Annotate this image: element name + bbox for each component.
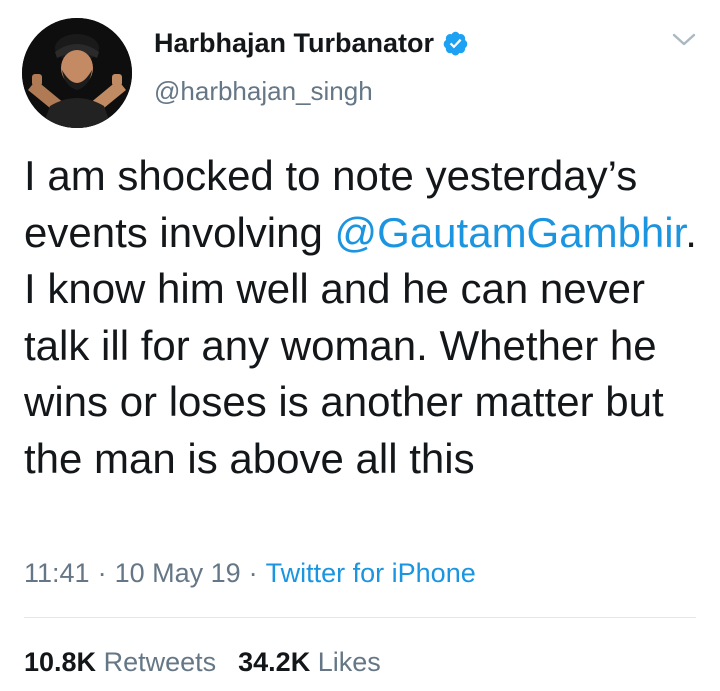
tweet-time[interactable]: 11:41 bbox=[24, 558, 90, 588]
display-name[interactable]: Harbhajan Turbanator bbox=[154, 26, 469, 60]
retweets-stat[interactable]: 10.8K Retweets bbox=[24, 647, 216, 677]
meta-separator: · bbox=[97, 558, 107, 588]
tweet-stats: 10.8K Retweets 34.2K Likes bbox=[24, 645, 403, 679]
avatar[interactable] bbox=[22, 18, 132, 128]
divider bbox=[24, 617, 696, 618]
retweets-count: 10.8K bbox=[24, 647, 97, 677]
likes-stat[interactable]: 34.2K Likes bbox=[238, 647, 381, 677]
tweet-source-link[interactable]: Twitter for iPhone bbox=[266, 558, 476, 588]
mention-link[interactable]: @GautamGambhir bbox=[335, 209, 686, 256]
likes-count: 34.2K bbox=[238, 647, 311, 677]
tweet-date[interactable]: 10 May 19 bbox=[115, 558, 241, 588]
author-handle[interactable]: @harbhajan_singh bbox=[154, 74, 373, 108]
chevron-down-icon[interactable] bbox=[671, 30, 697, 50]
retweets-label: Retweets bbox=[103, 647, 217, 677]
likes-label: Likes bbox=[317, 647, 381, 677]
tweet-text: I am shocked to note yesterday’s events … bbox=[24, 148, 704, 487]
display-name-text: Harbhajan Turbanator bbox=[154, 28, 435, 58]
verified-badge-icon bbox=[443, 31, 468, 55]
meta-separator: · bbox=[248, 558, 258, 588]
tweet-card: Harbhajan Turbanator @harbhajan_singh I … bbox=[0, 0, 720, 691]
tweet-meta: 11:41 · 10 May 19 · Twitter for iPhone bbox=[24, 556, 476, 590]
